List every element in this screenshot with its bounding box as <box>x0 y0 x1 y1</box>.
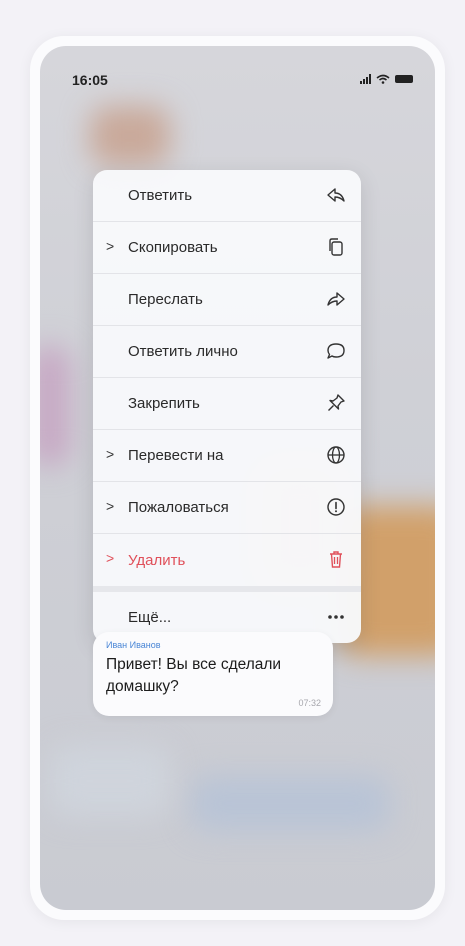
menu-item-label: Перевести на <box>128 447 224 464</box>
wifi-icon <box>376 74 390 84</box>
menu-item-label: Ещё... <box>128 609 172 626</box>
blurred-background <box>40 346 70 466</box>
menu-item-forward[interactable]: Переслать <box>93 274 361 326</box>
chevron-icon: > <box>106 498 115 514</box>
pin-icon <box>325 392 347 414</box>
menu-item-label: Ответить <box>128 187 193 204</box>
report-icon <box>325 496 347 518</box>
chat-screen: 16:05 Ответить > Скопировать Переслать О… <box>40 46 435 910</box>
menu-item-delete[interactable]: > Удалить <box>93 534 361 592</box>
trash-icon <box>325 548 347 570</box>
globe-icon <box>325 444 347 466</box>
message-time: 07:32 <box>298 698 321 708</box>
chevron-icon: > <box>106 550 115 566</box>
reply-icon <box>325 184 347 206</box>
menu-item-label: Скопировать <box>128 239 218 256</box>
menu-item-translate[interactable]: > Перевести на <box>93 430 361 482</box>
menu-item-label: Удалить <box>128 551 186 569</box>
menu-item-reply[interactable]: Ответить <box>93 170 361 222</box>
private-reply-icon <box>325 340 347 362</box>
status-icons <box>360 74 413 84</box>
forward-icon <box>325 288 347 310</box>
menu-item-label: Переслать <box>128 291 203 308</box>
copy-icon <box>325 236 347 258</box>
signal-icon <box>360 74 371 84</box>
menu-item-label: Пожаловаться <box>128 499 229 516</box>
battery-icon <box>395 75 413 83</box>
menu-item-report[interactable]: > Пожаловаться <box>93 482 361 534</box>
menu-item-pin[interactable]: Закрепить <box>93 378 361 430</box>
menu-item-private-reply[interactable]: Ответить лично <box>93 326 361 378</box>
message-text: Привет! Вы все сделали домашку? <box>106 656 282 695</box>
menu-item-copy[interactable]: > Скопировать <box>93 222 361 274</box>
chevron-icon: > <box>106 446 115 462</box>
status-time: 16:05 <box>72 72 108 88</box>
phone-frame: 16:05 Ответить > Скопировать Переслать О… <box>30 36 445 920</box>
chevron-icon: > <box>106 238 115 254</box>
message-context-menu: Ответить > Скопировать Переслать Ответит… <box>93 170 361 643</box>
message-sender: Иван Иванов <box>106 640 161 650</box>
blurred-background <box>190 776 390 831</box>
menu-item-label: Ответить лично <box>128 343 238 360</box>
more-icon <box>325 606 347 628</box>
blurred-background <box>90 106 170 166</box>
blurred-background <box>50 746 170 816</box>
menu-item-label: Закрепить <box>128 395 200 412</box>
message-bubble[interactable]: Иван Иванов Привет! Вы все сделали домаш… <box>93 632 333 716</box>
